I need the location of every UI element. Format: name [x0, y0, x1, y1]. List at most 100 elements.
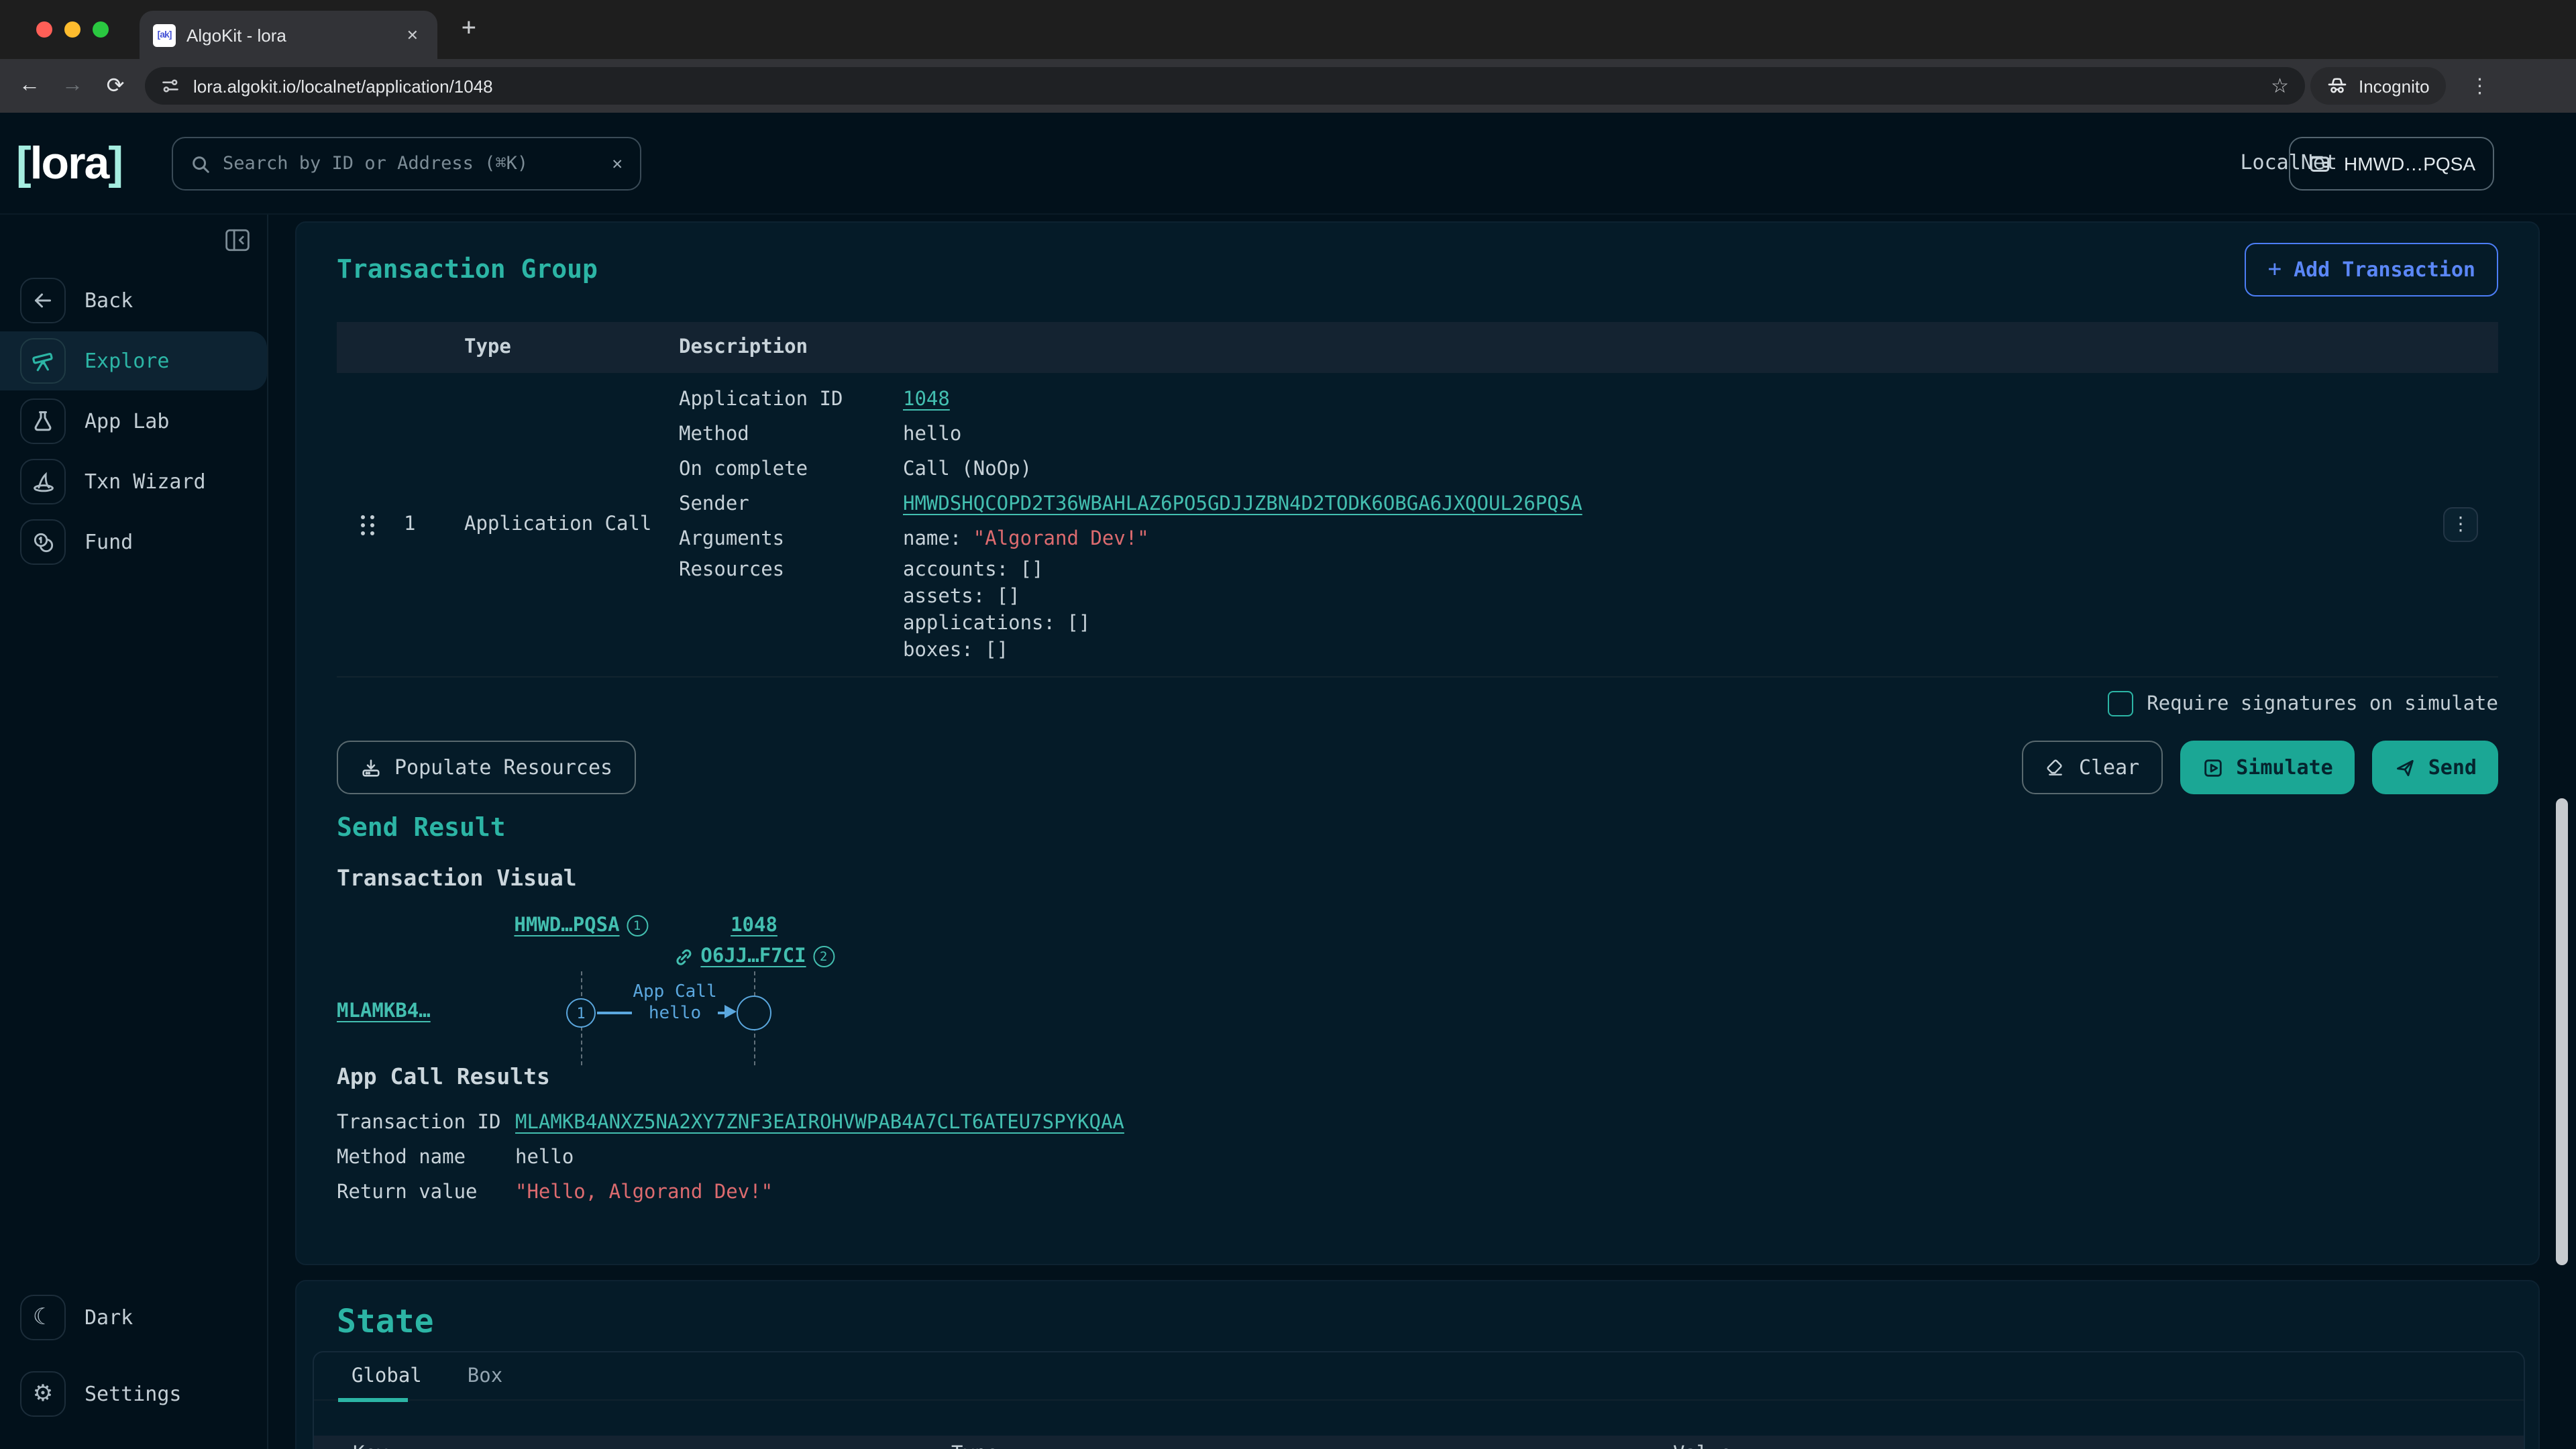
coins-icon — [20, 519, 66, 565]
transaction-short-link[interactable]: MLAMKB4… — [337, 1001, 431, 1022]
search-input[interactable] — [223, 153, 600, 174]
tab-close-icon[interactable]: ✕ — [401, 23, 424, 46]
transaction-group-title: Transaction Group — [337, 255, 598, 284]
add-transaction-label: Add Transaction — [2294, 258, 2475, 282]
sidebar-item-label: Explore — [85, 349, 169, 373]
transaction-type: Application Call — [464, 514, 679, 535]
populate-resources-label: Populate Resources — [394, 755, 612, 780]
close-window-button[interactable] — [36, 21, 52, 38]
logo-bracket-close: ] — [108, 138, 122, 189]
sidebar-item-fund[interactable]: Fund — [0, 513, 267, 572]
eraser-icon — [2045, 757, 2067, 778]
action-buttons-row: Populate Resources Clear — [337, 741, 2498, 794]
wallet-icon — [2308, 152, 2332, 176]
field-application-id: Application ID 1048 — [679, 382, 2423, 417]
tab-box[interactable]: Box — [468, 1365, 502, 1387]
column-description: Description — [679, 337, 2423, 358]
kebab-icon: ⋮ — [2451, 514, 2470, 535]
moon-icon: ☾ — [20, 1295, 66, 1340]
application-id-link[interactable]: 1048 — [903, 389, 950, 411]
resource-line: applications: [] — [903, 610, 2423, 637]
diagram-group-anchor: O6JJ…F7CI 2 — [674, 946, 834, 967]
sidebar-collapse-icon[interactable] — [224, 228, 251, 260]
browser-back-icon[interactable]: ← — [11, 67, 48, 105]
diagram-arrowhead — [724, 1005, 737, 1018]
state-table-header: Key Type Value — [314, 1436, 2524, 1449]
resource-line: boxes: [] — [903, 637, 2423, 664]
resource-line: assets: [] — [903, 584, 2423, 610]
sidebar-item-label: Back — [85, 288, 133, 313]
tab-global[interactable]: Global — [352, 1365, 422, 1387]
add-transaction-button[interactable]: + Add Transaction — [2245, 243, 2498, 297]
sender-badge: 1 — [627, 915, 648, 936]
result-row-return-value: Return value "Hello, Algorand Dev!" — [337, 1175, 2498, 1210]
minimize-window-button[interactable] — [64, 21, 80, 38]
clear-button[interactable]: Clear — [2023, 741, 2162, 794]
page-scrollbar-thumb[interactable] — [2556, 798, 2568, 1265]
send-plane-icon — [2394, 756, 2416, 779]
browser-tab[interactable]: [ak] AlgoKit - lora ✕ — [140, 11, 437, 59]
transaction-visual-title: Transaction Visual — [337, 865, 577, 891]
address-bar[interactable]: lora.algokit.io/localnet/application/104… — [145, 67, 2305, 105]
populate-resources-button[interactable]: Populate Resources — [337, 741, 635, 794]
sidebar-item-txn-wizard[interactable]: Txn Wizard — [0, 452, 267, 511]
send-label: Send — [2428, 755, 2477, 780]
result-row-method-name: Method name hello — [337, 1140, 2498, 1175]
flask-icon — [20, 398, 66, 444]
sidebar-item-explore[interactable]: Explore — [0, 331, 267, 390]
sidebar-item-app-lab[interactable]: App Lab — [0, 392, 267, 451]
simulate-button[interactable]: Simulate — [2180, 741, 2355, 794]
send-button[interactable]: Send — [2372, 741, 2498, 794]
state-panel: Global Box Key Type Value — [313, 1351, 2525, 1449]
resource-line: accounts: [] — [903, 557, 2423, 584]
browser-reload-icon[interactable]: ⟳ — [97, 67, 134, 105]
back-arrow-icon — [20, 278, 66, 323]
transaction-row[interactable]: 1 Application Call Application ID 1048 M… — [337, 373, 2498, 676]
group-short-link[interactable]: O6JJ…F7CI — [700, 946, 806, 967]
result-transaction-id-link[interactable]: MLAMKB4ANXZ5NA2XY7ZNF3EAIROHVWPAB4A7CLT6… — [515, 1112, 1124, 1134]
lora-logo[interactable]: [lora] — [16, 137, 122, 191]
site-info-icon[interactable] — [161, 76, 180, 95]
state-title: State — [337, 1303, 434, 1340]
tab-favicon: [ak] — [153, 23, 176, 46]
search-clear-icon[interactable]: ✕ — [612, 154, 623, 174]
url-text[interactable]: lora.algokit.io/localnet/application/104… — [193, 76, 2257, 96]
window-controls — [36, 21, 109, 38]
maximize-window-button[interactable] — [93, 21, 109, 38]
browser-menu-icon[interactable]: ⋮ — [2462, 74, 2498, 98]
result-row-transaction-id: Transaction ID MLAMKB4ANXZ5NA2XY7ZNF3EAI… — [337, 1106, 2498, 1140]
browser-toolbar: ← → ⟳ lora.algokit.io/localnet/applicati… — [0, 59, 2576, 113]
incognito-icon — [2326, 75, 2348, 97]
group-badge: 2 — [813, 946, 835, 967]
link-icon — [674, 947, 694, 967]
wallet-button[interactable]: HMWD…PQSA — [2289, 137, 2494, 191]
sidebar-item-back[interactable]: Back — [0, 271, 267, 330]
new-tab-button[interactable]: + — [462, 13, 476, 42]
field-resources: Resources accounts: [] assets: [] applic… — [679, 557, 2423, 664]
logo-bracket-open: [ — [16, 138, 30, 189]
transaction-group-card: Transaction Group + Add Transaction Type… — [295, 221, 2540, 1265]
require-signatures-checkbox[interactable] — [2108, 691, 2133, 716]
return-value-string: "Hello, Algorand Dev!" — [515, 1175, 2498, 1210]
tab-title: AlgoKit - lora — [186, 25, 390, 45]
field-sender: Sender HMWDSHQCOPD2T36WBAHLAZ6PO5GDJJZBN… — [679, 487, 2423, 522]
diagram-edge — [597, 1012, 632, 1014]
clear-label: Clear — [2079, 755, 2139, 780]
application-short-link[interactable]: 1048 — [731, 915, 777, 936]
sidebar-item-settings[interactable]: ⚙ Settings — [0, 1364, 267, 1424]
drag-handle-icon[interactable] — [361, 515, 376, 535]
diagram-from-node[interactable]: 1 — [566, 998, 596, 1028]
state-card: State Global Box Key Type Value — [295, 1280, 2540, 1449]
sender-short-link[interactable]: HMWD…PQSA — [514, 915, 619, 936]
row-menu-button[interactable]: ⋮ — [2443, 507, 2478, 542]
search-box[interactable]: ✕ — [172, 137, 641, 191]
sidebar-item-label: Fund — [85, 530, 133, 554]
sidebar-item-theme-toggle[interactable]: ☾ Dark — [0, 1288, 267, 1347]
wallet-address: HMWD…PQSA — [2344, 153, 2475, 174]
diagram-to-node[interactable] — [737, 996, 771, 1030]
browser-forward-icon[interactable]: → — [54, 67, 91, 105]
sidebar: Back Explore — [0, 215, 268, 1449]
bookmark-star-icon[interactable]: ☆ — [2271, 74, 2289, 98]
sidebar-item-label: Txn Wizard — [85, 470, 206, 494]
sender-address-link[interactable]: HMWDSHQCOPD2T36WBAHLAZ6PO5GDJJZBN4D2TODK… — [903, 494, 1582, 515]
